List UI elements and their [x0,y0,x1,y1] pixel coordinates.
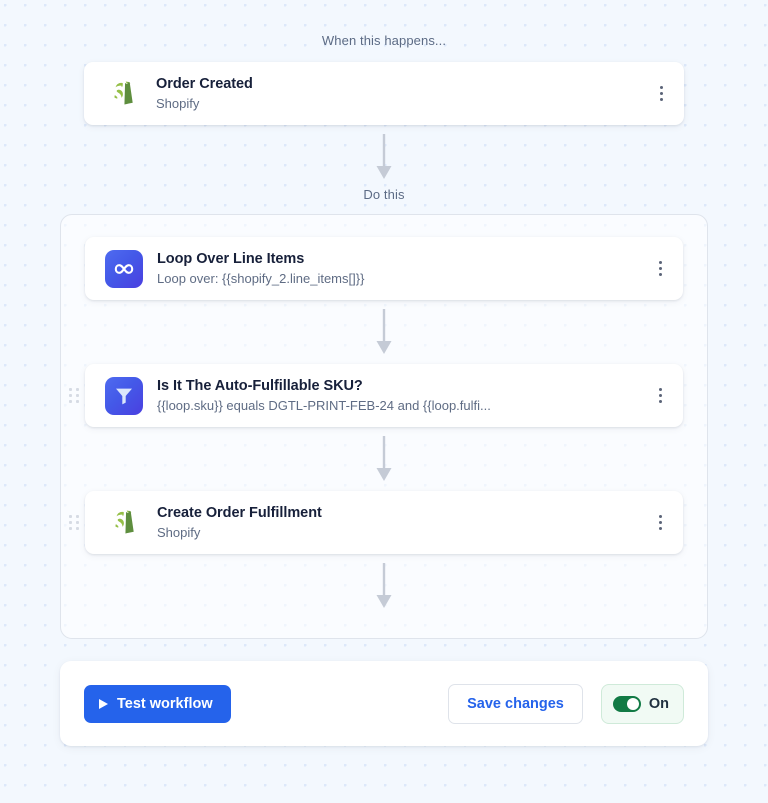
kebab-dot [658,273,662,276]
drag-dot [76,520,79,524]
step-card-auto-fulfillable-sku[interactable]: Is It The Auto-Fulfillable SKU? {{loop.s… [69,364,683,427]
connector-arrow-4 [61,563,707,638]
kebab-dot [659,86,663,89]
drag-dot [69,520,72,524]
step-card-text: Loop Over Line Items Loop over: {{shopif… [157,250,667,288]
shopify-icon [104,75,142,113]
step-card-subtitle: Loop over: {{shopify_2.line_items[]}} [157,270,365,286]
trigger-card-title: Order Created [156,75,253,92]
connector-arrow-2 [61,309,707,355]
kebab-dot [658,527,662,530]
kebab-dot [659,92,663,95]
kebab-menu-icon[interactable] [651,513,669,533]
step-card-title: Create Order Fulfillment [157,504,322,521]
drag-handle-icon[interactable] [69,514,79,531]
drag-dot [76,526,79,530]
kebab-menu-icon[interactable] [652,84,670,104]
drag-dot [76,387,79,391]
toggle-state-label: On [648,695,669,712]
kebab-dot [658,515,662,518]
drag-dot [69,393,72,397]
loop-icon [105,249,143,288]
kebab-dot [658,267,662,270]
drag-dot [76,393,79,397]
kebab-dot [658,521,662,524]
drag-dot [69,387,72,391]
kebab-dot [658,394,662,397]
step-card-text: Create Order Fulfillment Shopify [157,504,667,542]
trigger-card-subtitle: Shopify [156,95,200,111]
test-workflow-button[interactable]: Test workflow [84,684,231,723]
drag-dot [69,526,72,530]
step-card-loop-over-line-items[interactable]: Loop Over Line Items Loop over: {{shopif… [85,237,683,300]
save-changes-button[interactable]: Save changes [448,683,583,724]
kebab-menu-icon[interactable] [651,386,669,406]
trigger-card-order-created[interactable]: Order Created Shopify [84,62,684,125]
step-card-title: Is It The Auto-Fulfillable SKU? [157,377,363,394]
step-card-create-order-fulfillment[interactable]: Create Order Fulfillment Shopify [69,491,683,554]
drag-dot [69,399,72,403]
kebab-dot [659,98,663,101]
kebab-dot [658,388,662,391]
action-section-label: Do this [363,187,405,202]
filter-icon [105,376,143,415]
step-card-subtitle: {{loop.sku}} equals DGTL-PRINT-FEB-24 an… [157,397,491,413]
kebab-dot [658,261,662,264]
step-card-text: Is It The Auto-Fulfillable SKU? {{loop.s… [157,377,667,415]
drag-handle-icon[interactable] [69,387,79,404]
footer-right-group: Save changes On [448,683,684,724]
step-card-title: Loop Over Line Items [157,250,305,267]
drag-dot [76,514,79,518]
kebab-menu-icon[interactable] [651,259,669,279]
toggle-switch-track[interactable] [612,695,641,712]
drag-dot [76,399,79,403]
drag-dot [69,514,72,518]
workflow-footer-toolbar: Test workflow Save changes On [60,661,708,746]
shopify-icon [105,504,143,542]
workflow-canvas: When this happens... Order Created Shopi… [0,0,768,803]
action-group-container: Loop Over Line Items Loop over: {{shopif… [60,214,708,639]
workflow-enabled-toggle[interactable]: On [600,683,684,724]
trigger-section-label: When this happens... [321,33,447,48]
connector-arrow-3 [61,436,707,482]
trigger-card-text: Order Created Shopify [156,75,668,113]
connector-arrow-1 [0,134,768,180]
play-icon [99,698,108,709]
test-workflow-label: Test workflow [117,695,213,712]
kebab-dot [658,400,662,403]
step-card-subtitle: Shopify [157,524,201,540]
